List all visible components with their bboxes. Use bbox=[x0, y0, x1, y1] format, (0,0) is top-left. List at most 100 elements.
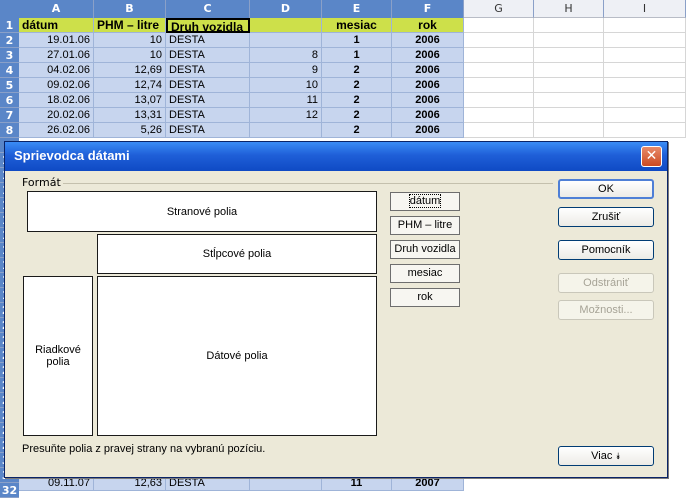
cell-a1[interactable]: dátum bbox=[19, 18, 94, 33]
column-header-h[interactable]: H bbox=[534, 0, 604, 18]
cell-b3[interactable]: 10 bbox=[94, 48, 166, 63]
empty-cell[interactable] bbox=[604, 48, 686, 63]
empty-cell[interactable] bbox=[604, 18, 686, 33]
empty-cell[interactable] bbox=[604, 78, 686, 93]
more-button[interactable]: Viac ⯯ bbox=[558, 446, 654, 466]
cell-d6[interactable]: 11 bbox=[250, 93, 322, 108]
cell-b8[interactable]: 5,26 bbox=[94, 123, 166, 138]
cell-a32[interactable]: 09.11.07 bbox=[19, 476, 94, 491]
row-header[interactable]: 2 bbox=[0, 33, 19, 48]
cell-f8[interactable]: 2006 bbox=[392, 123, 464, 138]
cell-f5[interactable]: 2006 bbox=[392, 78, 464, 93]
empty-cell[interactable] bbox=[534, 78, 604, 93]
cell-e1[interactable]: mesiac bbox=[322, 18, 392, 33]
close-button[interactable]: ✕ bbox=[641, 146, 662, 167]
cell-e6[interactable]: 2 bbox=[322, 93, 392, 108]
cell-f7[interactable]: 2006 bbox=[392, 108, 464, 123]
cell-b5[interactable]: 12,74 bbox=[94, 78, 166, 93]
column-header-f[interactable]: F bbox=[392, 0, 464, 18]
column-header-b[interactable]: B bbox=[94, 0, 166, 18]
empty-cell[interactable] bbox=[534, 63, 604, 78]
column-header-c[interactable]: C bbox=[166, 0, 250, 18]
cell-b6[interactable]: 13,07 bbox=[94, 93, 166, 108]
empty-cell[interactable] bbox=[464, 78, 534, 93]
cell-d3[interactable]: 8 bbox=[250, 48, 322, 63]
empty-cell[interactable] bbox=[464, 48, 534, 63]
field-druh-vozidla[interactable]: Druh vozidla bbox=[390, 240, 460, 259]
empty-cell[interactable] bbox=[464, 108, 534, 123]
cell-b32[interactable]: 12,63 bbox=[94, 476, 166, 491]
cell-e3[interactable]: 1 bbox=[322, 48, 392, 63]
empty-cell[interactable] bbox=[604, 123, 686, 138]
cell-c1[interactable]: Druh vozidla bbox=[166, 18, 250, 33]
cell-d8[interactable] bbox=[250, 123, 322, 138]
cell-d7[interactable]: 12 bbox=[250, 108, 322, 123]
empty-cell[interactable] bbox=[464, 18, 534, 33]
cell-f1[interactable]: rok bbox=[392, 18, 464, 33]
help-button[interactable]: Pomocník bbox=[558, 240, 654, 260]
row-fields-area[interactable]: Riadkové polia bbox=[23, 276, 93, 436]
cell-f3[interactable]: 2006 bbox=[392, 48, 464, 63]
empty-cell[interactable] bbox=[464, 93, 534, 108]
empty-cell[interactable] bbox=[464, 123, 534, 138]
cell-b4[interactable]: 12,69 bbox=[94, 63, 166, 78]
empty-cell[interactable] bbox=[604, 63, 686, 78]
cell-b7[interactable]: 13,31 bbox=[94, 108, 166, 123]
cell-f2[interactable]: 2006 bbox=[392, 33, 464, 48]
cell-a4[interactable]: 04.02.06 bbox=[19, 63, 94, 78]
empty-cell[interactable] bbox=[534, 48, 604, 63]
row-header[interactable]: 4 bbox=[0, 63, 19, 78]
cell-d5[interactable]: 10 bbox=[250, 78, 322, 93]
column-header-a[interactable]: A bbox=[19, 0, 94, 18]
options-button[interactable]: Možnosti... bbox=[558, 300, 654, 320]
row-header[interactable]: 7 bbox=[0, 108, 19, 123]
cell-e32[interactable]: 11 bbox=[322, 476, 392, 491]
dialog-title-bar[interactable]: Sprievodca dátami ✕ bbox=[5, 142, 667, 171]
cell-e2[interactable]: 1 bbox=[322, 33, 392, 48]
cell-f32[interactable]: 2007 bbox=[392, 476, 464, 491]
cell-a7[interactable]: 20.02.06 bbox=[19, 108, 94, 123]
cell-b2[interactable]: 10 bbox=[94, 33, 166, 48]
cell-d2[interactable] bbox=[250, 33, 322, 48]
cancel-button[interactable]: Zrušiť bbox=[558, 207, 654, 227]
cell-f6[interactable]: 2006 bbox=[392, 93, 464, 108]
cell-e8[interactable]: 2 bbox=[322, 123, 392, 138]
row-header[interactable]: 8 bbox=[0, 123, 19, 138]
cell-e7[interactable]: 2 bbox=[322, 108, 392, 123]
cell-c32[interactable]: DESTA bbox=[166, 476, 250, 491]
cell-c6[interactable]: DESTA bbox=[166, 93, 250, 108]
cell-a5[interactable]: 09.02.06 bbox=[19, 78, 94, 93]
column-header-e[interactable]: E bbox=[322, 0, 392, 18]
field-rok[interactable]: rok bbox=[390, 288, 460, 307]
cell-d32[interactable] bbox=[250, 476, 322, 491]
cell-a8[interactable]: 26.02.06 bbox=[19, 123, 94, 138]
empty-cell[interactable] bbox=[604, 93, 686, 108]
cell-c5[interactable]: DESTA bbox=[166, 78, 250, 93]
cell-c4[interactable]: DESTA bbox=[166, 63, 250, 78]
cell-a2[interactable]: 19.01.06 bbox=[19, 33, 94, 48]
field-mesiac[interactable]: mesiac bbox=[390, 264, 460, 283]
cell-c3[interactable]: DESTA bbox=[166, 48, 250, 63]
row-header[interactable]: 3 bbox=[0, 48, 19, 63]
column-header-i[interactable]: I bbox=[604, 0, 686, 18]
cell-f4[interactable]: 2006 bbox=[392, 63, 464, 78]
row-header[interactable]: 32 bbox=[0, 483, 19, 498]
cell-d4[interactable]: 9 bbox=[250, 63, 322, 78]
ok-button[interactable]: OK bbox=[558, 179, 654, 199]
cell-c8[interactable]: DESTA bbox=[166, 123, 250, 138]
cell-a6[interactable]: 18.02.06 bbox=[19, 93, 94, 108]
empty-cell[interactable] bbox=[534, 123, 604, 138]
column-fields-area[interactable]: Stĺpcové polia bbox=[97, 234, 377, 274]
page-fields-area[interactable]: Stranové polia bbox=[27, 191, 377, 232]
cell-e4[interactable]: 2 bbox=[322, 63, 392, 78]
select-all-corner[interactable] bbox=[0, 0, 19, 18]
cell-c7[interactable]: DESTA bbox=[166, 108, 250, 123]
field-phm-litre[interactable]: PHM – litre bbox=[390, 216, 460, 235]
empty-cell[interactable] bbox=[464, 33, 534, 48]
row-header[interactable]: 5 bbox=[0, 78, 19, 93]
empty-cell[interactable] bbox=[534, 18, 604, 33]
field-datum[interactable]: dátum bbox=[390, 192, 460, 211]
cell-c2[interactable]: DESTA bbox=[166, 33, 250, 48]
empty-cell[interactable] bbox=[534, 108, 604, 123]
column-header-g[interactable]: G bbox=[464, 0, 534, 18]
